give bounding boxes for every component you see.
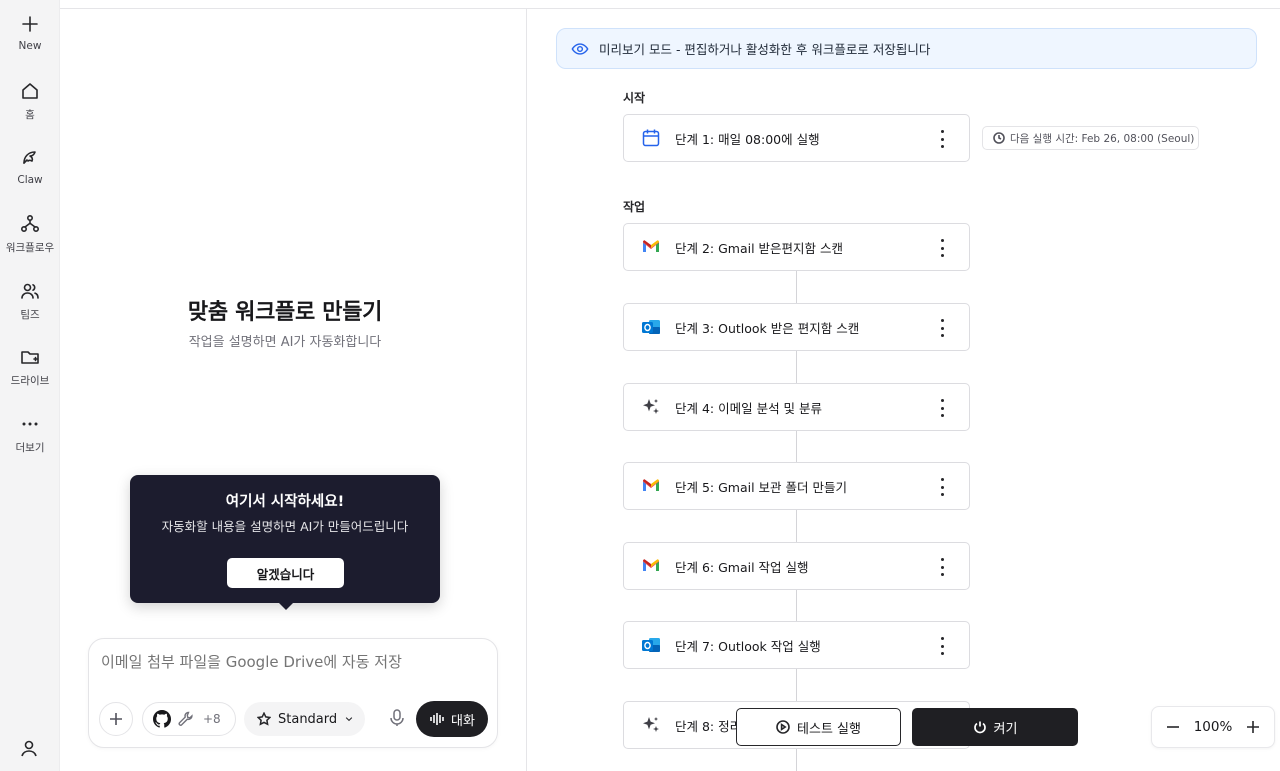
more-icon	[22, 422, 38, 426]
step-menu-button[interactable]	[933, 637, 951, 655]
sidebar-item-label: 더보기	[15, 442, 45, 454]
step-label: 단계 7: Outlook 작업 실행	[675, 638, 821, 654]
page-subtitle: 작업을 설명하면 AI가 자동화합니다	[188, 335, 382, 350]
step-menu-button[interactable]	[933, 319, 951, 337]
gmail-icon	[640, 555, 662, 577]
step-label: 단계 3: Outlook 받은 편지함 스캔	[675, 320, 860, 336]
onboarding-tooltip: 여기서 시작하세요! 자동화할 내용을 설명하면 AI가 만들어드립니다 알겠습…	[130, 475, 440, 610]
home-icon	[22, 83, 38, 99]
zoom-control: 100%	[1151, 706, 1275, 748]
sparkle-icon	[640, 396, 662, 418]
minus-icon	[1167, 726, 1179, 728]
voice-chat-button[interactable]: 대화	[416, 701, 488, 737]
preview-banner-text: 미리보기 모드 - 편집하거나 활성화한 후 워크플로로 저장됩니다	[599, 42, 931, 57]
folder-icon	[21, 351, 39, 364]
zoom-out-button[interactable]	[1164, 718, 1182, 736]
calendar-icon	[640, 127, 662, 149]
sidebar-item-new[interactable]: New	[0, 14, 60, 52]
pane-divider	[526, 9, 527, 771]
microphone-button[interactable]	[387, 708, 409, 730]
plus-icon	[22, 16, 38, 32]
workflow-icon	[20, 214, 40, 233]
step-menu-button[interactable]	[933, 239, 951, 257]
attach-button[interactable]	[99, 702, 133, 736]
step-label: 단계 1: 매일 08:00에 실행	[675, 131, 820, 147]
tooltip-description: 자동화할 내용을 설명하면 AI가 만들어드립니다	[161, 519, 409, 534]
integrations-count: +8	[203, 712, 221, 726]
next-run-text: 다음 실행 시간: Feb 26, 08:00 (Seoul)	[1010, 132, 1195, 145]
preview-banner: 미리보기 모드 - 편집하거나 활성화한 후 워크플로로 저장됩니다	[556, 28, 1257, 69]
step-menu-button[interactable]	[933, 558, 951, 576]
outlook-icon	[640, 634, 662, 656]
sidebar-item-label: 워크플로우	[5, 242, 55, 254]
profile-button[interactable]	[18, 737, 40, 759]
plus-icon	[110, 713, 122, 725]
zoom-level: 100%	[1193, 719, 1233, 735]
workflow-step[interactable]: 단계 1: 매일 08:00에 실행	[623, 114, 970, 162]
test-run-label: 테스트 실행	[797, 721, 861, 737]
prompt-input[interactable]	[101, 653, 481, 671]
workflow-step[interactable]: 단계 7: Outlook 작업 실행	[623, 621, 970, 669]
tooltip-title: 여기서 시작하세요!	[225, 494, 345, 510]
workflow-step[interactable]: 단계 3: Outlook 받은 편지함 스캔	[623, 303, 970, 351]
step-label: 단계 6: Gmail 작업 실행	[675, 559, 809, 575]
workflow-step[interactable]: 단계 5: Gmail 보관 폴더 만들기	[623, 462, 970, 510]
github-icon	[153, 710, 171, 728]
step-label: 단계 2: Gmail 받은편지함 스캔	[675, 240, 844, 256]
sparkle-icon	[640, 714, 662, 736]
activate-button[interactable]: 켜기	[912, 708, 1078, 746]
mode-select[interactable]: Standard	[244, 702, 365, 736]
mode-label: Standard	[278, 711, 338, 727]
prompt-composer: +8 Standard 대화	[88, 638, 498, 748]
next-run-badge: 다음 실행 시간: Feb 26, 08:00 (Seoul)	[982, 126, 1199, 150]
test-run-button[interactable]: 테스트 실행	[736, 708, 901, 746]
sidebar-item-more[interactable]: 더보기	[0, 414, 60, 455]
actions-section-label: 작업	[623, 200, 646, 214]
step-label: 단계 8: 정리	[675, 718, 742, 734]
sidebar-item-label: 홈	[25, 109, 35, 121]
sidebar-item-label: New	[18, 40, 42, 52]
step-label: 단계 4: 이메일 분석 및 분류	[675, 400, 823, 416]
sidebar-item-drive[interactable]: 드라이브	[0, 347, 60, 388]
power-icon	[973, 721, 986, 734]
plus-icon	[1246, 721, 1259, 733]
claw-icon	[23, 151, 36, 164]
tooltip-arrow	[278, 602, 294, 610]
step-menu-button[interactable]	[933, 478, 951, 496]
page-title: 맞춤 워크플로 만들기	[187, 300, 383, 325]
integrations-button[interactable]: +8	[142, 702, 236, 736]
star-icon	[257, 712, 271, 726]
sidebar-item-label: Claw	[17, 174, 43, 186]
sidebar-item-label: 팀즈	[20, 309, 40, 321]
chevron-down-icon	[345, 717, 353, 722]
sidebar-item-home[interactable]: 홈	[0, 81, 60, 122]
workflow-step[interactable]: 단계 4: 이메일 분석 및 분류	[623, 383, 970, 431]
sidebar-item-workflow[interactable]: 워크플로우	[0, 214, 60, 255]
sidebar: New 홈 Claw 워크플로우 팀즈 드라이브 더보기	[0, 0, 60, 771]
microphone-icon	[390, 709, 404, 726]
user-icon	[21, 740, 37, 757]
sidebar-item-claw[interactable]: Claw	[0, 148, 60, 186]
step-menu-button[interactable]	[933, 399, 951, 417]
gmail-icon	[640, 475, 662, 497]
eye-icon	[571, 42, 589, 55]
workflow-step[interactable]: 단계 2: Gmail 받은편지함 스캔	[623, 223, 970, 271]
workflow-step[interactable]: 단계 6: Gmail 작업 실행	[623, 542, 970, 590]
play-circle-icon	[776, 720, 790, 734]
zoom-in-button[interactable]	[1244, 718, 1262, 736]
sidebar-item-label: 드라이브	[10, 375, 50, 387]
trigger-section-label: 시작	[623, 91, 646, 105]
voice-chat-label: 대화	[451, 713, 475, 729]
sidebar-item-teams[interactable]: 팀즈	[0, 281, 60, 322]
wrench-icon	[178, 711, 193, 726]
step-label: 단계 5: Gmail 보관 폴더 만들기	[675, 479, 848, 495]
audio-wave-icon	[430, 713, 444, 725]
got-it-button[interactable]: 알겠습니다	[227, 558, 344, 588]
gmail-icon	[640, 236, 662, 258]
step-menu-button[interactable]	[933, 130, 951, 148]
outlook-icon	[640, 316, 662, 338]
clock-icon	[993, 132, 1005, 144]
activate-label: 켜기	[993, 721, 1018, 737]
users-icon	[21, 283, 39, 299]
